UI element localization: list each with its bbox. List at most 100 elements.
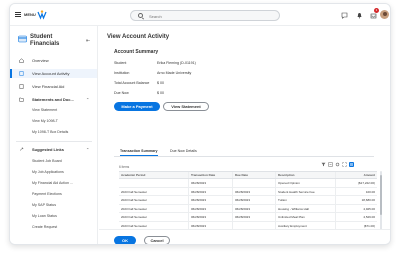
column-header[interactable]: Amount (336, 172, 377, 178)
top-bar: MENU 1 (10, 4, 390, 26)
table-cell: 06/28/2023 (189, 196, 233, 204)
table-row: 2023 Fall Semester 06/28/2023 06/28/2023… (119, 196, 377, 205)
table-row: 2023 Fall Semester 06/28/2023 06/28/2023… (119, 213, 377, 222)
items-count: 6 items (119, 165, 130, 169)
table-cell: 2023 Fall Semester (119, 204, 189, 213)
filter-icon[interactable] (321, 162, 326, 167)
collapse-sidebar-icon[interactable]: ⇤ (86, 38, 90, 44)
sidebar-title: Student Financials (30, 34, 60, 47)
column-header[interactable]: Transaction Date (189, 172, 233, 178)
table-cell: 18,680.00 (361, 198, 375, 203)
ok-button[interactable]: OK (114, 236, 136, 244)
sidebar-item-view-financial-aid[interactable]: View Financial Aid (10, 82, 97, 91)
institution-value: Arno Made University (157, 71, 192, 75)
sidebar-section-statements[interactable]: Statements and Doc... ⌃ (10, 95, 97, 104)
main-content: View Account Activity Account Summary St… (99, 26, 390, 244)
table-cell: 2023 Fall Semester (119, 213, 189, 221)
table-cell: 2023 Fall Semester (119, 187, 189, 196)
table-cell: 06/28/2023 (189, 213, 233, 221)
suggested-link-student-job-board[interactable]: Student Job Board (32, 159, 62, 163)
menu-button[interactable]: MENU (15, 12, 36, 17)
chevron-up-icon: ⌃ (86, 147, 90, 152)
table-cell: 06/28/2023 (233, 187, 276, 196)
table-scrollbar[interactable] (380, 171, 382, 237)
student-value[interactable]: Erika Fleming (D-01191) (157, 61, 196, 65)
total-balance-label: Total Account Balance (114, 81, 150, 85)
view-statement-button[interactable]: View Statement (163, 102, 209, 111)
avatar[interactable] (380, 10, 389, 19)
table-cell: 100.00 (365, 189, 375, 194)
due-now-label: Due Now (114, 91, 129, 95)
chevron-up-icon: ⌃ (86, 97, 90, 102)
table-row: 2023 Fall Semester 06/28/2023 06/28/2023… (119, 187, 377, 197)
hamburger-icon (15, 12, 21, 17)
sidebar-divider (16, 141, 92, 142)
suggested-link-financial-aid-action[interactable]: My Financial Aid Action ... (32, 181, 73, 185)
due-now-value: $ 00 (157, 91, 164, 95)
sidebar-header: Student Financials ⇤ (16, 32, 96, 52)
table-cell: Tuition (276, 196, 336, 204)
table-header: Academic Period Transaction Date Due Dat… (119, 171, 377, 179)
suggested-link-payment-elections[interactable]: Payment Elections (32, 192, 62, 196)
table-cell: 06/28/2023 (233, 196, 276, 204)
sidebar-item-overview[interactable]: Overview (10, 56, 97, 65)
sidebar-subitem-1098t-box-details[interactable]: My 1098-T Box Details (32, 130, 68, 134)
institution-label: Institution (114, 71, 130, 75)
folder-icon (19, 97, 24, 102)
transactions-table: Academic Period Transaction Date Due Dat… (119, 171, 377, 231)
table-view-icon[interactable] (349, 162, 354, 167)
make-payment-button[interactable]: Make a Payment (114, 102, 160, 111)
search-field[interactable] (149, 12, 269, 20)
suggested-link-my-job-applications[interactable]: My Job Applications (32, 170, 64, 174)
table-cell: Unlimited Meal Plan (276, 213, 336, 221)
sidebar-item-view-account-activity[interactable]: View Account Activity (10, 69, 97, 78)
tab-bar: Transaction Summary Due Now Details (114, 147, 374, 157)
account-summary-title: Account Summary (114, 49, 159, 55)
sidebar-section-suggested-links[interactable]: Suggested Links ⌃ (10, 145, 97, 154)
table-cell: Student Health Service Fee (276, 187, 336, 196)
suggested-link-sap-status[interactable]: My SAP Status (32, 203, 56, 207)
app-window: MENU 1 Student Finan (9, 3, 391, 245)
sidebar: Student Financials ⇤ Overview View Accou… (10, 26, 98, 244)
table-cell: Opened Opinion (276, 179, 336, 187)
document-icon (19, 71, 24, 76)
table-cell (119, 179, 189, 187)
table-cell: 06/28/2023 (189, 187, 233, 196)
table-cell: 2023 Fall Semester (119, 196, 189, 204)
footer-bar: OK Cancel (99, 229, 390, 244)
menu-label: MENU (24, 12, 36, 17)
table-cell: 4,529.00 (363, 215, 375, 220)
table-cell: 06/28/2023 (189, 204, 233, 213)
export-icon[interactable] (328, 162, 333, 167)
sidebar-section-label: Suggested Links (32, 147, 65, 152)
fullscreen-icon[interactable] (342, 162, 347, 167)
notification-badge: 1 (374, 8, 379, 13)
total-balance-value: $ 00 (157, 81, 164, 85)
table-row: 2023 Fall Semester 06/28/2023 06/28/2023… (119, 204, 377, 214)
search-input[interactable] (130, 10, 280, 21)
sidebar-section-label: Statements and Doc... (32, 97, 74, 102)
sidebar-item-label: Overview (32, 58, 49, 63)
tab-transaction-summary[interactable]: Transaction Summary (120, 149, 158, 156)
table-cell: ($17,222.00) (357, 181, 375, 185)
table-cell (233, 179, 276, 187)
column-header[interactable]: Due Date (233, 172, 276, 178)
bell-icon[interactable] (356, 12, 363, 19)
search-icon (138, 13, 143, 18)
document-icon (19, 84, 24, 89)
column-header[interactable]: Description (276, 172, 336, 178)
sidebar-subitem-view-statement[interactable]: View Statement (32, 108, 57, 112)
cancel-button[interactable]: Cancel (144, 236, 170, 244)
tab-due-now-details[interactable]: Due Now Details (170, 149, 197, 153)
sidebar-item-label: View Account Activity (32, 71, 70, 76)
column-header[interactable]: Academic Period (119, 172, 189, 178)
settings-icon[interactable] (335, 162, 340, 167)
chat-icon[interactable] (341, 12, 348, 19)
suggested-link-create-request[interactable]: Create Request (32, 225, 57, 229)
sidebar-subitem-view-1098t[interactable]: View My 1098-T (32, 119, 58, 123)
table-cell: 06/28/2023 (189, 179, 233, 187)
page-title: View Account Activity (107, 34, 170, 40)
inbox-icon[interactable] (370, 12, 377, 19)
suggested-link-loan-status[interactable]: My Loan Status (32, 214, 57, 218)
workday-logo-icon[interactable] (37, 10, 47, 20)
